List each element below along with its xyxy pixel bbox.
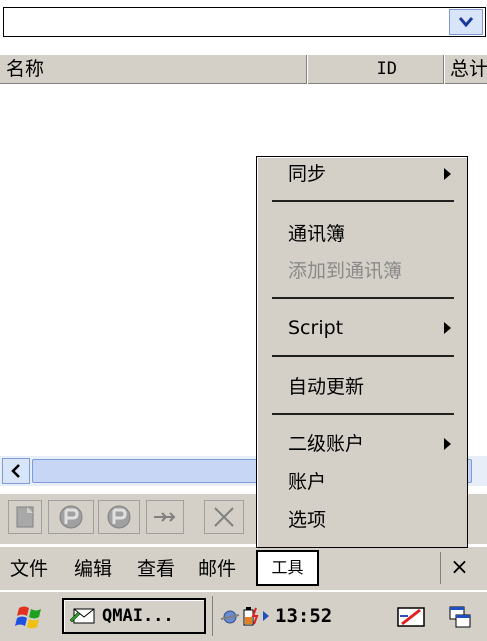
start-button[interactable]	[8, 600, 52, 634]
submenu-arrow-icon	[444, 438, 451, 450]
menu-view[interactable]: 查看	[137, 553, 175, 585]
menu-file[interactable]: 文件	[10, 553, 48, 585]
menu-separator	[272, 297, 454, 299]
windows-overlap-icon	[449, 606, 471, 628]
forward-icon	[154, 512, 176, 522]
column-header-id[interactable]: ID	[307, 55, 444, 84]
reply-all-icon	[107, 505, 131, 529]
folder-combo-box[interactable]	[3, 7, 486, 37]
menu-item-account[interactable]: 账户	[288, 467, 326, 497]
reply-icon	[59, 505, 83, 529]
sip-keyboard-button[interactable]	[394, 600, 430, 634]
new-message-icon	[16, 506, 34, 528]
new-message-button[interactable]	[8, 500, 42, 534]
system-tray: 13:52	[212, 596, 387, 636]
combo-dropdown-button[interactable]	[449, 9, 483, 35]
forward-button[interactable]	[146, 500, 184, 534]
menu-edit[interactable]: 编辑	[74, 553, 112, 585]
menu-item-script[interactable]: Script	[288, 313, 343, 343]
clock[interactable]: 13:52	[275, 605, 332, 627]
reply-all-button[interactable]	[98, 500, 140, 534]
windows-flag-icon	[15, 606, 41, 629]
tray-expand-icon[interactable]	[261, 609, 271, 623]
scroll-left-button[interactable]	[2, 458, 30, 484]
submenu-arrow-icon	[444, 168, 451, 180]
battery-icon[interactable]	[241, 604, 261, 628]
keyboard-pen-icon	[397, 607, 425, 627]
delete-icon	[214, 507, 234, 527]
column-header-name[interactable]: 名称	[0, 55, 307, 84]
list-header: 名称 ID 总计	[0, 54, 487, 84]
task-label: QMAI...	[102, 606, 174, 626]
menu-separator	[272, 200, 454, 202]
menu-mail[interactable]: 邮件	[198, 553, 236, 585]
menu-item-secondary-account[interactable]: 二级账户	[288, 429, 364, 459]
chevron-down-icon	[459, 17, 473, 27]
menu-separator	[272, 413, 454, 415]
desktop-switch-button[interactable]	[440, 600, 480, 634]
delete-button[interactable]	[204, 500, 244, 534]
submenu-arrow-icon	[444, 322, 451, 334]
mail-app-icon	[69, 608, 95, 624]
menu-separator	[272, 355, 454, 357]
menu-item-add-to-address-book: 添加到通讯簿	[288, 260, 403, 282]
menu-item-auto-update[interactable]: 自动更新	[288, 372, 364, 402]
menu-tools[interactable]: 工具	[256, 550, 319, 586]
network-icon[interactable]	[219, 605, 241, 627]
task-qmail-button[interactable]: QMAI...	[62, 598, 206, 634]
menu-item-options[interactable]: 选项	[288, 505, 326, 535]
reply-button[interactable]	[48, 500, 94, 534]
column-header-total[interactable]: 总计	[444, 55, 487, 84]
close-button[interactable]: ×	[440, 552, 478, 584]
menu-item-sync[interactable]: 同步	[288, 159, 326, 189]
chevron-left-icon	[11, 464, 20, 478]
menu-item-address-book[interactable]: 通讯簿	[288, 219, 345, 249]
